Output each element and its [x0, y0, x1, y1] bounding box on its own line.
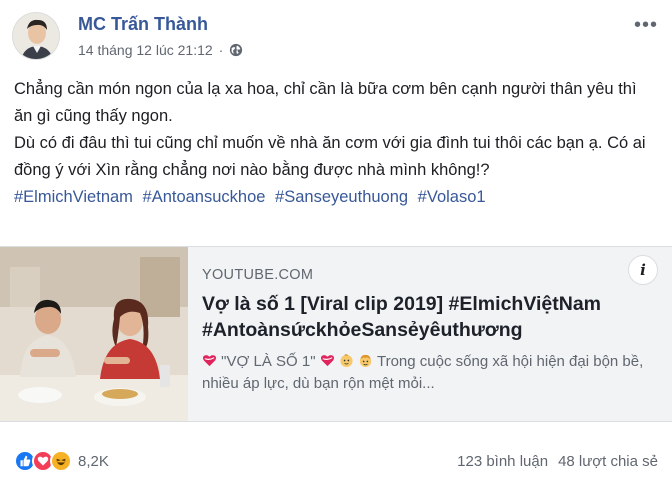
post-meta: 14 tháng 12 lúc 21:12 · — [78, 42, 243, 58]
author-avatar[interactable] — [12, 12, 60, 60]
link-description: "VỢ LÀ SỐ 1" Trong cuộc sống xã hội hiện… — [202, 351, 660, 395]
link-domain: YOUTUBE.COM — [202, 267, 314, 283]
hashtag-link[interactable]: #ElmichVietnam — [14, 188, 133, 206]
hashtag-link[interactable]: #Sanseyeuthuong — [275, 188, 408, 206]
meta-separator: · — [218, 42, 224, 58]
haha-icon — [50, 450, 72, 472]
author-name[interactable]: MC Trấn Thành — [78, 14, 208, 35]
post-text-line: Chẳng cần món ngon của lạ xa hoa, chỉ cầ… — [14, 80, 637, 125]
heart-ribbon-emoji-icon — [320, 355, 334, 367]
comment-count[interactable]: 123 bình luận — [457, 453, 548, 470]
hashtag-link[interactable]: #Volaso1 — [418, 188, 486, 206]
more-options-button[interactable]: ••• — [634, 14, 658, 37]
hashtag-list: #ElmichVietnam #Antoansuckhoe #Sanseyeut… — [14, 184, 654, 211]
child-emoji-icon — [359, 354, 372, 368]
video-thumbnail-image — [0, 247, 188, 421]
globe-icon[interactable] — [229, 43, 243, 57]
avatar-portrait-icon — [13, 13, 59, 59]
share-count[interactable]: 48 lượt chia sẻ — [558, 453, 658, 470]
post-text-line: Dù có đi đâu thì tui cũng chỉ muốn về nh… — [14, 134, 646, 179]
engagement-stats: 123 bình luận 48 lượt chia sẻ — [457, 453, 658, 470]
post-text: Chẳng cần món ngon của lạ xa hoa, chỉ cầ… — [14, 76, 654, 211]
reaction-count[interactable]: 8,2K — [78, 453, 109, 470]
link-preview-card[interactable]: YOUTUBE.COM Vợ là số 1 [Viral clip 2019]… — [0, 246, 672, 422]
post-footer: 8,2K 123 bình luận 48 lượt chia sẻ — [0, 442, 672, 482]
baby-emoji-icon — [340, 354, 353, 368]
reaction-summary[interactable]: 8,2K — [14, 450, 109, 472]
hashtag-link[interactable]: #Antoansuckhoe — [143, 188, 266, 206]
video-thumbnail[interactable] — [0, 247, 188, 421]
info-icon[interactable]: i — [628, 255, 658, 285]
link-description-quote: "VỢ LÀ SỐ 1" — [221, 353, 316, 370]
heart-ribbon-emoji-icon — [202, 355, 217, 367]
facebook-post: MC Trấn Thành 14 tháng 12 lúc 21:12 · ••… — [0, 0, 672, 487]
link-title[interactable]: Vợ là số 1 [Viral clip 2019] #ElmichViệt… — [202, 291, 660, 343]
post-timestamp[interactable]: 14 tháng 12 lúc 21:12 — [78, 42, 213, 58]
link-card-body[interactable]: YOUTUBE.COM Vợ là số 1 [Viral clip 2019]… — [188, 247, 672, 421]
